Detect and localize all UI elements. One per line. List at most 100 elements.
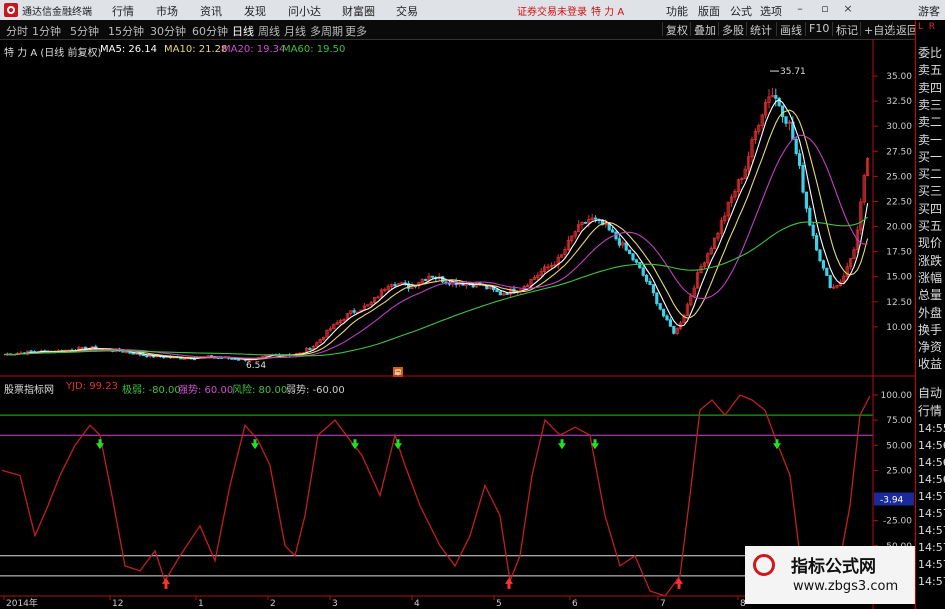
toolbar-f10-button[interactable]: F10	[805, 22, 832, 36]
restore-icon[interactable]: ▫	[818, 2, 832, 16]
menu-item-formula[interactable]: 公式	[730, 3, 752, 19]
candle-body	[631, 253, 635, 261]
panel-letter-l: L R	[918, 22, 936, 32]
period-multi[interactable]: 多周期	[310, 23, 343, 39]
candle-body	[828, 275, 832, 288]
menu-item-news[interactable]: 资讯	[200, 3, 222, 19]
candle-body	[655, 292, 659, 304]
x-tick-label: 12	[112, 599, 123, 609]
panel-time-8: 14:57	[918, 558, 945, 571]
minimize-icon[interactable]: –	[793, 2, 807, 16]
period-30min[interactable]: 30分钟	[150, 23, 186, 39]
guest-label[interactable]: 游客	[918, 3, 940, 19]
toolbar-draw-button[interactable]: 画线	[776, 22, 805, 37]
candle-body	[617, 238, 622, 246]
x-tick-label: 6	[572, 599, 578, 609]
candle-body	[423, 279, 428, 281]
buy-arrow-icon	[675, 577, 683, 589]
candle-body	[665, 315, 669, 321]
menu-item-market-list[interactable]: 市场	[156, 3, 178, 19]
period-more[interactable]: 更多	[345, 23, 367, 39]
panel-label-8: 买三	[918, 184, 943, 199]
period-monthly[interactable]: 月线	[284, 23, 306, 39]
toolbar-mark-button[interactable]: 标记	[832, 22, 861, 37]
period-daily[interactable]: 日线	[232, 23, 254, 39]
panel-time-9: 14:57	[918, 575, 945, 588]
panel-time-6: 14:57	[918, 524, 945, 537]
candle-body	[583, 221, 588, 224]
candle-body	[308, 348, 312, 350]
current-stock: 特 力 A	[591, 7, 625, 18]
period-1min[interactable]: 1分钟	[32, 23, 61, 39]
candle-body	[801, 165, 805, 193]
toolbar-adjust-button[interactable]: 复权	[662, 22, 691, 37]
candle-body	[672, 325, 676, 334]
panel-time-0: 14:55	[918, 422, 945, 435]
candle-body	[641, 267, 645, 276]
price-tick-label: 25.00	[886, 172, 912, 182]
close-icon[interactable]: ×	[841, 2, 855, 16]
panel-label-1: 卖五	[918, 63, 943, 78]
menu-item-ask[interactable]: 问小达	[288, 3, 321, 19]
candle-body	[811, 224, 815, 237]
ind-tick-label: 100.00	[881, 391, 913, 401]
panel-time-1: 14:56	[918, 439, 945, 452]
toolbar-stats-button[interactable]: 统计	[746, 22, 775, 37]
candle-body	[784, 116, 788, 124]
x-tick-label: 3	[332, 599, 338, 609]
x-tick-label: 1	[198, 599, 204, 609]
menu-item-layout[interactable]: 版面	[698, 3, 720, 19]
candle-body	[505, 293, 509, 295]
candle-body	[825, 267, 829, 276]
sell-arrow-icon	[351, 439, 359, 450]
x-tick-label: 5	[496, 599, 502, 609]
period-weekly[interactable]: 周线	[258, 23, 280, 39]
high-price-label: 35.71	[780, 67, 806, 77]
buy-arrow-icon	[505, 577, 513, 589]
panel-time-5: 14:57	[918, 507, 945, 520]
period-tick[interactable]: 分时	[6, 23, 28, 39]
menu-item-wealth-circle[interactable]: 财富圈	[342, 3, 375, 19]
toolbar-multistock-button[interactable]: 多股	[718, 22, 747, 37]
panel-lower-label-0[interactable]: 自动	[918, 384, 945, 401]
indicator-fengxian: 风险: 80.00	[232, 385, 288, 396]
login-status[interactable]: 证券交易未登录	[517, 3, 587, 18]
panel-label-13: 涨幅	[918, 270, 943, 285]
menu-item-trade[interactable]: 交易	[396, 3, 418, 19]
watermark-url: www.zbgs3.com	[793, 579, 899, 594]
panel-label-6: 买一	[918, 149, 943, 164]
chart-svg[interactable]: 35.71 6.54 星 35.00 32.50 30.00 27.50 25.00 22.5…	[0, 39, 915, 609]
toolbar-overlay-button[interactable]: 叠加	[690, 22, 719, 37]
indicator-name[interactable]: 股票指标网	[4, 381, 54, 396]
panel-label-16: 换手	[918, 322, 943, 337]
candle-body	[638, 261, 642, 269]
candle-body	[645, 274, 649, 282]
ma20-line	[3, 134, 868, 359]
candle-body	[651, 284, 656, 294]
panel-time-3: 14:56	[918, 473, 945, 486]
price-tick-label: 10.00	[886, 323, 912, 333]
candle-body	[662, 308, 666, 317]
menu-item-function[interactable]: 功能	[666, 3, 688, 19]
indicator-yjd: YJD: 99.23	[66, 381, 118, 392]
candle-body	[352, 310, 356, 313]
candle-body	[495, 289, 499, 293]
ind-tick-label: 25.00	[886, 466, 912, 476]
candle-body	[594, 217, 598, 220]
price-tick-label: 35.00	[886, 72, 912, 82]
sell-arrow-icon	[558, 439, 566, 450]
panel-time-2: 14:56	[918, 456, 945, 469]
panel-label-18: 收益	[918, 357, 943, 372]
panel-label-0: 委比	[918, 46, 943, 60]
candle-body	[131, 352, 135, 355]
menu-item-options[interactable]: 选项	[760, 3, 782, 19]
menu-item-discover[interactable]: 发现	[244, 3, 266, 19]
period-5min[interactable]: 5分钟	[70, 23, 99, 39]
panel-label-5: 卖一	[918, 132, 943, 147]
menu-item-market[interactable]: 行情	[112, 3, 134, 19]
panel-lower-label-1[interactable]: 行情	[918, 402, 945, 419]
candle-body	[628, 249, 632, 255]
period-60min[interactable]: 60分钟	[192, 23, 228, 39]
period-15min[interactable]: 15分钟	[108, 23, 144, 39]
watermark-box: 指标公式网 www.zbgs3.com	[745, 546, 915, 604]
